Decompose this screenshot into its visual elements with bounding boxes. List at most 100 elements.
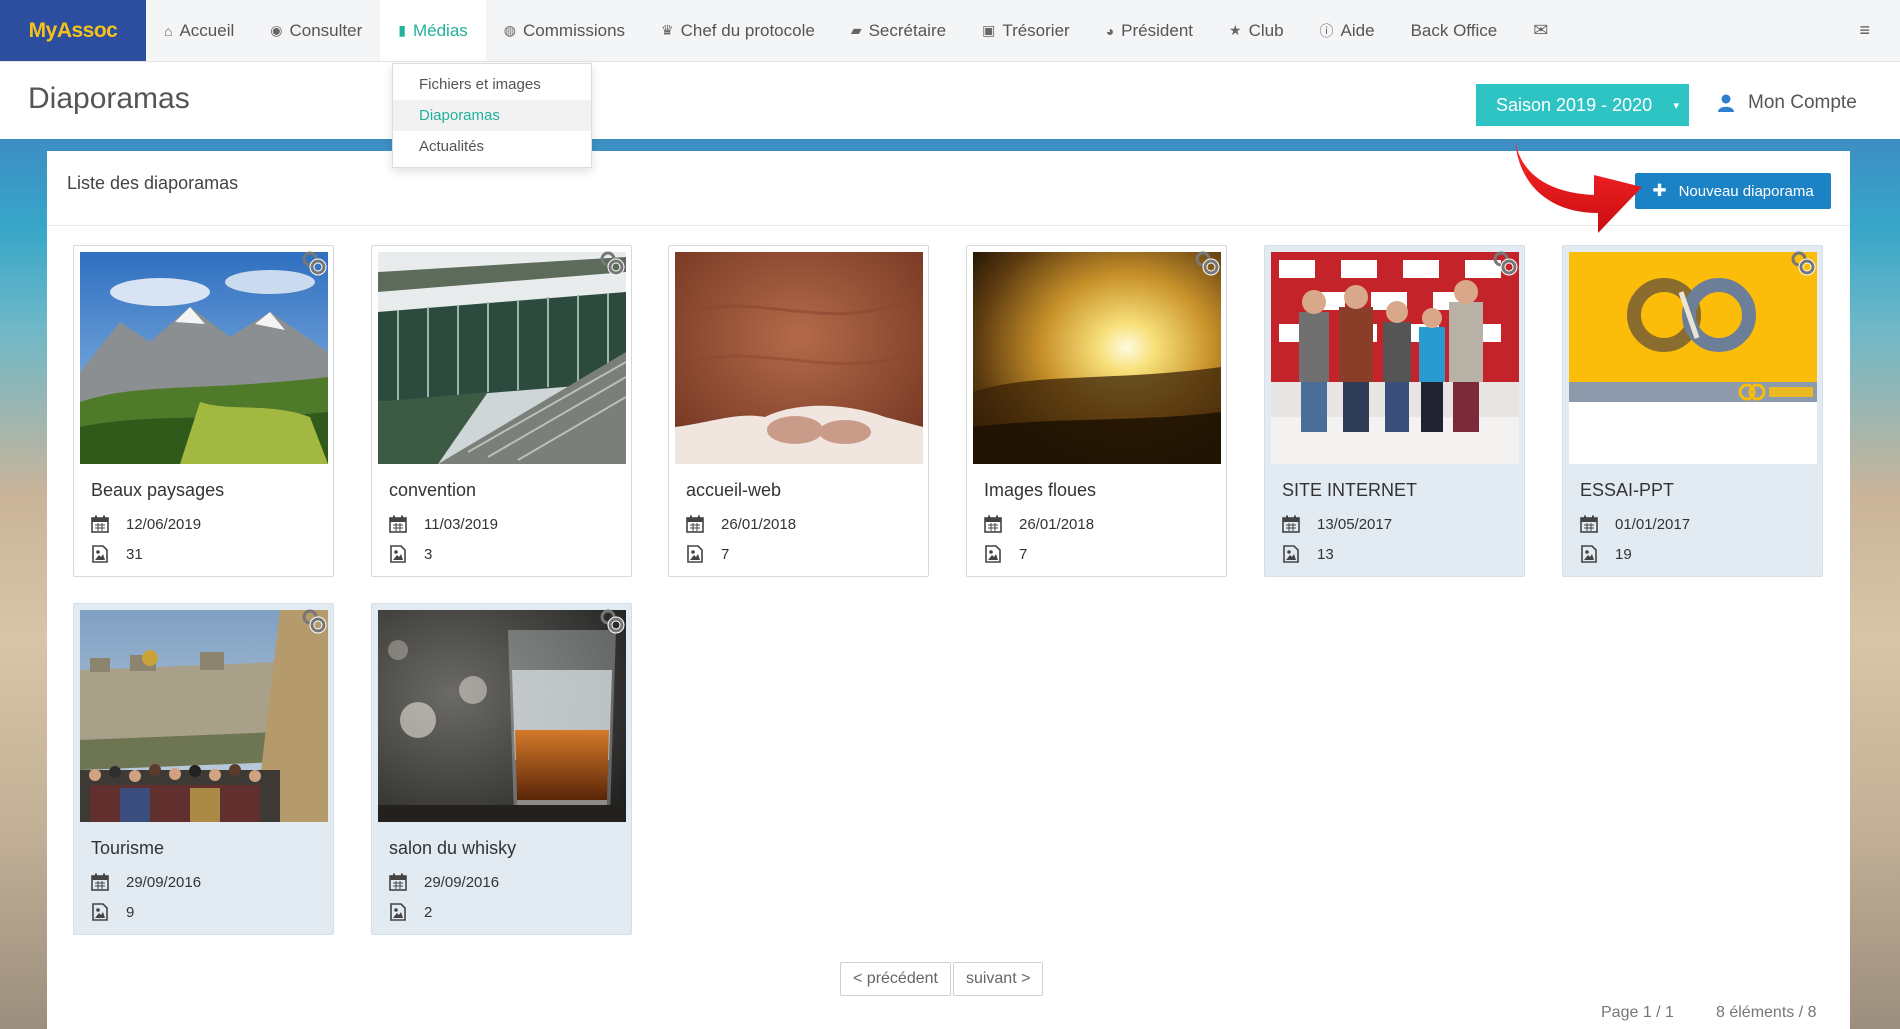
account-menu[interactable]: Mon Compte <box>1718 92 1857 114</box>
nav-president[interactable]: ◕ Président <box>1088 0 1211 61</box>
nav-label: Club <box>1248 20 1284 40</box>
slideshow-thumbnail[interactable] <box>675 252 923 464</box>
slideshow-count-value: 3 <box>424 545 433 563</box>
link-icon[interactable] <box>301 608 327 634</box>
nav-club[interactable]: ★ Club <box>1211 0 1302 61</box>
panel-title: Liste des diaporamas <box>67 173 239 193</box>
image-file-icon <box>1581 545 1597 563</box>
slideshow-date-value: 01/01/2017 <box>1615 515 1691 533</box>
slideshow-image-count: 19 <box>1580 545 1632 563</box>
eye-icon: ◉ <box>270 22 283 38</box>
slideshow-count-value: 2 <box>424 903 433 921</box>
slideshow-date-value: 29/09/2016 <box>126 873 202 891</box>
dropdown-item-fichiers[interactable]: Fichiers et images <box>393 69 591 100</box>
nav-commissions[interactable]: ◍ Commissions <box>486 0 643 61</box>
nav-consulter[interactable]: ◉ Consulter <box>252 0 380 61</box>
nav-aide[interactable]: ⓘ Aide <box>1302 0 1393 61</box>
hand-closeup-image <box>675 252 923 464</box>
whisky-glass-image <box>378 610 626 822</box>
slideshow-card[interactable]: ESSAI-PPT 01/01/2017 19 <box>1562 245 1823 577</box>
new-slideshow-button[interactable]: ✚ Nouveau diaporama <box>1635 173 1831 209</box>
slideshow-card[interactable]: accueil-web 26/01/2018 7 <box>668 245 929 577</box>
myassoc-logo-slide-image <box>1569 252 1817 464</box>
link-icon[interactable] <box>301 250 327 276</box>
slideshow-count-value: 19 <box>1615 545 1632 563</box>
link-icon[interactable] <box>599 608 625 634</box>
globe-icon: ◕ <box>1105 22 1115 39</box>
slideshow-title: ESSAI-PPT <box>1580 480 1675 500</box>
nav-label: Président <box>1121 20 1193 40</box>
slideshow-count-value: 7 <box>1019 545 1028 563</box>
image-file-icon <box>687 545 703 563</box>
nav-medias[interactable]: ▮ Médias <box>380 0 486 61</box>
slideshow-card[interactable]: Beaux paysages 12/06/2019 31 <box>73 245 334 577</box>
image-file-icon <box>1283 545 1299 563</box>
nav-secretaire[interactable]: ▰ Secrétaire <box>833 0 964 61</box>
slideshow-card[interactable]: Tourisme 29/09/2016 9 <box>73 603 334 935</box>
image-file-icon <box>985 545 1001 563</box>
next-page-button[interactable]: suivant > <box>952 962 1044 996</box>
nav-back-office[interactable]: Back Office <box>1393 0 1516 61</box>
slideshow-count-value: 9 <box>126 903 135 921</box>
slideshow-date-value: 26/01/2018 <box>1019 515 1095 533</box>
slideshow-count-value: 31 <box>126 545 143 563</box>
slideshow-date-value: 29/09/2016 <box>424 873 500 891</box>
slideshow-thumbnail[interactable] <box>1271 252 1519 464</box>
calendar-icon <box>686 515 704 533</box>
slideshow-date: 11/03/2019 <box>389 515 498 533</box>
previous-page-button[interactable]: < précédent <box>840 962 951 996</box>
slideshow-card[interactable]: Images floues 26/01/2018 7 <box>966 245 1227 577</box>
slideshow-image-count: 3 <box>389 545 432 563</box>
slideshow-card[interactable]: convention 11/03/2019 3 <box>371 245 632 577</box>
mountain-landscape-image <box>80 252 328 464</box>
nav-messages[interactable]: ✉ <box>1515 0 1573 61</box>
slideshow-thumbnail[interactable] <box>973 252 1221 464</box>
image-file-icon <box>92 545 108 563</box>
star-icon: ★ <box>1229 22 1242 38</box>
info-icon: ⓘ <box>1319 22 1334 39</box>
link-icon[interactable] <box>1194 250 1220 276</box>
nav-chef-protocole[interactable]: ♛ Chef du protocole <box>643 0 833 61</box>
season-label: Saison 2019 - 2020 <box>1496 94 1653 115</box>
item-count-info: 8 éléments / 8 <box>1716 1004 1817 1021</box>
trophy-icon: ♛ <box>661 22 674 38</box>
slideshow-image-count: 31 <box>91 545 143 563</box>
nav-label: Back Office <box>1410 20 1498 40</box>
nav-accueil[interactable]: ⌂ Accueil <box>146 0 252 61</box>
slideshow-image-count: 2 <box>389 903 432 921</box>
brand-logo[interactable]: MyAssoc <box>0 0 146 61</box>
slideshow-image-count: 7 <box>984 545 1027 563</box>
home-icon: ⌂ <box>164 22 173 39</box>
slideshow-card[interactable]: salon du whisky 29/09/2016 2 <box>371 603 632 935</box>
slideshow-title: Beaux paysages <box>91 480 225 500</box>
season-select[interactable]: Saison 2019 - 2020 ▾ <box>1476 84 1689 126</box>
slideshow-thumbnail[interactable] <box>80 252 328 464</box>
slideshow-thumbnail[interactable] <box>378 610 626 822</box>
link-icon[interactable] <box>1492 250 1518 276</box>
slideshow-thumbnail[interactable] <box>80 610 328 822</box>
link-icon[interactable] <box>599 250 625 276</box>
calendar-icon <box>91 873 109 891</box>
link-icon[interactable] <box>1790 250 1816 276</box>
slideshow-thumbnail[interactable] <box>1569 252 1817 464</box>
nav-label: Secrétaire <box>868 20 947 40</box>
menu-toggle-icon[interactable]: ≡ <box>1859 20 1870 41</box>
slideshow-card[interactable]: SITE INTERNET 13/05/2017 13 <box>1264 245 1525 577</box>
slideshow-count-value: 7 <box>721 545 730 563</box>
pagination: < précédent suivant > <box>840 962 1045 996</box>
medias-dropdown: Fichiers et images Diaporamas Actualités <box>392 63 592 168</box>
dropdown-item-actualites[interactable]: Actualités <box>393 131 591 162</box>
slideshow-panel: Liste des diaporamas ✚ Nouveau diaporama… <box>47 151 1850 1029</box>
nav-label: Médias <box>412 20 468 40</box>
slideshow-date: 26/01/2018 <box>984 515 1094 533</box>
nav-tresorier[interactable]: ▣ Trésorier <box>964 0 1088 61</box>
slideshow-title: SITE INTERNET <box>1282 480 1418 500</box>
file-icon: ▮ <box>398 22 406 38</box>
slideshow-thumbnail[interactable] <box>378 252 626 464</box>
money-icon: ▣ <box>982 22 996 38</box>
user-icon <box>1718 94 1734 112</box>
dropdown-item-diaporamas[interactable]: Diaporamas <box>393 100 591 131</box>
nav-label: Accueil <box>179 20 235 40</box>
slideshow-date: 13/05/2017 <box>1282 515 1392 533</box>
new-slideshow-label: Nouveau diaporama <box>1678 182 1814 200</box>
